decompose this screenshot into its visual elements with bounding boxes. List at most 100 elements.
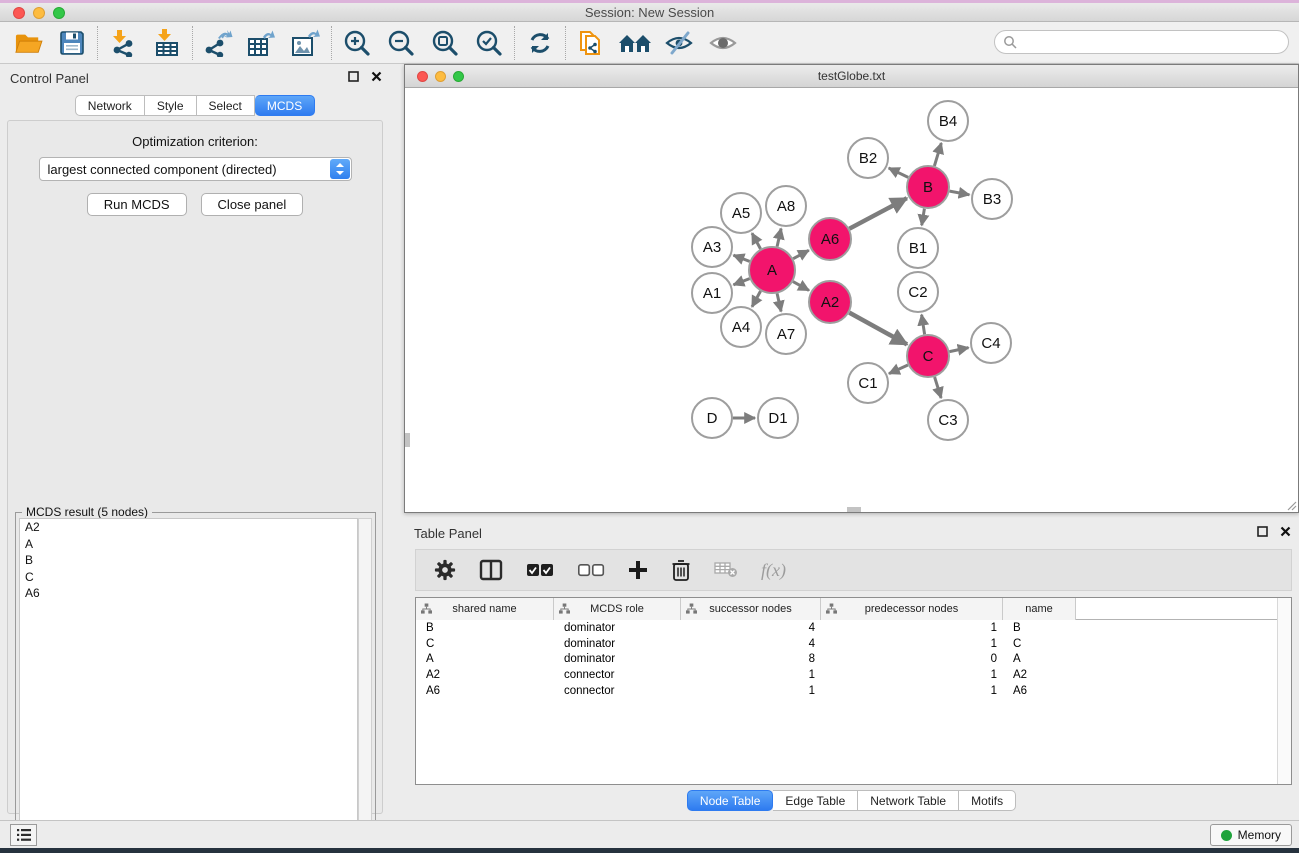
- delete-table-button[interactable]: [714, 555, 738, 585]
- mcds-result-item[interactable]: A2: [20, 519, 357, 536]
- zoom-fit-button[interactable]: [423, 24, 467, 62]
- table-row[interactable]: A2connector11A2: [416, 667, 1291, 683]
- table-cell[interactable]: A2: [416, 669, 554, 681]
- hide-details-button[interactable]: [657, 24, 701, 62]
- node-table[interactable]: shared nameMCDS rolesuccessor nodesprede…: [415, 597, 1292, 785]
- tab-style[interactable]: Style: [145, 95, 197, 116]
- table-row[interactable]: A6connector11A6: [416, 683, 1291, 699]
- open-session-button[interactable]: [6, 24, 50, 62]
- table-cell[interactable]: dominator: [554, 638, 681, 650]
- column-header-successor-nodes[interactable]: successor nodes: [681, 598, 821, 620]
- show-details-button[interactable]: [701, 24, 745, 62]
- graph-edge[interactable]: [889, 365, 908, 374]
- neighborhood-button[interactable]: [613, 24, 657, 62]
- network-canvas[interactable]: B4B2BB3A8A5A6A3B1AC2A1A2A4A7C4CC1C3DD1: [405, 88, 1298, 512]
- tab-network-table[interactable]: Network Table: [858, 790, 959, 811]
- zoom-selected-button[interactable]: [467, 24, 511, 62]
- network-window-titlebar[interactable]: testGlobe.txt: [405, 65, 1298, 88]
- table-cell[interactable]: A6: [1003, 685, 1076, 697]
- split-view-button[interactable]: [479, 555, 503, 585]
- graph-edge[interactable]: [934, 143, 941, 166]
- float-panel-icon[interactable]: [1257, 526, 1268, 537]
- table-settings-button[interactable]: [434, 555, 456, 585]
- table-cell[interactable]: C: [1003, 638, 1076, 650]
- select-all-button[interactable]: [526, 555, 554, 585]
- deselect-all-button[interactable]: [577, 555, 605, 585]
- criterion-select[interactable]: largest connected component (directed): [39, 157, 352, 181]
- table-cell[interactable]: 1: [821, 622, 1003, 634]
- table-cell[interactable]: C: [416, 638, 554, 650]
- table-cell[interactable]: 4: [681, 622, 821, 634]
- table-cell[interactable]: A: [1003, 653, 1076, 665]
- column-header-name[interactable]: name: [1003, 598, 1076, 620]
- tab-motifs[interactable]: Motifs: [959, 790, 1016, 811]
- close-panel-button[interactable]: Close panel: [201, 193, 304, 216]
- graph-edge[interactable]: [752, 233, 761, 249]
- table-cell[interactable]: 1: [681, 685, 821, 697]
- graph-edge[interactable]: [752, 291, 761, 307]
- graph-edge[interactable]: [922, 315, 925, 335]
- export-table-button[interactable]: [240, 24, 284, 62]
- table-cell[interactable]: 8: [681, 653, 821, 665]
- add-column-button[interactable]: [628, 555, 648, 585]
- canvas-horizontal-scroll-nub[interactable]: [847, 507, 861, 512]
- tab-node-table[interactable]: Node Table: [687, 790, 774, 811]
- table-cell[interactable]: A6: [416, 685, 554, 697]
- table-cell[interactable]: 1: [681, 669, 821, 681]
- import-network-button[interactable]: [101, 24, 145, 62]
- graph-edge[interactable]: [777, 293, 781, 311]
- table-cell[interactable]: 1: [821, 685, 1003, 697]
- table-cell[interactable]: connector: [554, 685, 681, 697]
- column-header-predecessor-nodes[interactable]: predecessor nodes: [821, 598, 1003, 620]
- mcds-result-item[interactable]: B: [20, 552, 357, 569]
- tab-edge-table[interactable]: Edge Table: [773, 790, 858, 811]
- table-cell[interactable]: dominator: [554, 622, 681, 634]
- close-panel-icon[interactable]: [371, 71, 382, 82]
- resize-grip-icon[interactable]: [1285, 499, 1297, 511]
- mcds-result-item[interactable]: C: [20, 569, 357, 586]
- table-cell[interactable]: B: [416, 622, 554, 634]
- zoom-out-button[interactable]: [379, 24, 423, 62]
- graph-edge[interactable]: [793, 250, 809, 258]
- export-network-button[interactable]: [196, 24, 240, 62]
- table-cell[interactable]: dominator: [554, 653, 681, 665]
- mcds-result-list[interactable]: A2ABCA6: [19, 518, 358, 848]
- graph-edge[interactable]: [734, 279, 750, 285]
- graph-edge[interactable]: [849, 313, 907, 345]
- table-scrollbar[interactable]: [1277, 598, 1291, 784]
- close-panel-icon[interactable]: [1280, 526, 1291, 537]
- graph-edge[interactable]: [777, 229, 781, 247]
- export-image-button[interactable]: [284, 24, 328, 62]
- delete-column-button[interactable]: [671, 555, 691, 585]
- graph-edge[interactable]: [922, 209, 925, 226]
- table-cell[interactable]: 4: [681, 638, 821, 650]
- table-cell[interactable]: connector: [554, 669, 681, 681]
- zoom-in-button[interactable]: [335, 24, 379, 62]
- graph-edge[interactable]: [935, 377, 942, 398]
- refresh-network-button[interactable]: [518, 24, 562, 62]
- tab-mcds[interactable]: MCDS: [255, 95, 315, 116]
- mcds-result-item[interactable]: A6: [20, 585, 357, 602]
- tab-select[interactable]: Select: [197, 95, 255, 116]
- table-cell[interactable]: 1: [821, 638, 1003, 650]
- table-cell[interactable]: A2: [1003, 669, 1076, 681]
- table-row[interactable]: Bdominator41B: [416, 620, 1291, 636]
- canvas-vertical-scroll-nub[interactable]: [405, 433, 410, 447]
- table-row[interactable]: Cdominator41C: [416, 636, 1291, 652]
- graph-edge[interactable]: [950, 348, 969, 352]
- run-mcds-button[interactable]: Run MCDS: [87, 193, 187, 216]
- copy-network-button[interactable]: [569, 24, 613, 62]
- search-input[interactable]: [1017, 32, 1288, 52]
- table-cell[interactable]: 0: [821, 653, 1003, 665]
- table-cell[interactable]: A: [416, 653, 554, 665]
- graph-edge[interactable]: [950, 191, 970, 195]
- function-builder-button[interactable]: f(x): [761, 555, 786, 585]
- save-session-button[interactable]: [50, 24, 94, 62]
- graph-edge[interactable]: [889, 168, 909, 177]
- table-row[interactable]: Adominator80A: [416, 652, 1291, 668]
- import-table-button[interactable]: [145, 24, 189, 62]
- table-cell[interactable]: 1: [821, 669, 1003, 681]
- mcds-result-scrollbar[interactable]: [358, 518, 372, 848]
- float-panel-icon[interactable]: [348, 71, 359, 82]
- graph-edge[interactable]: [734, 255, 750, 261]
